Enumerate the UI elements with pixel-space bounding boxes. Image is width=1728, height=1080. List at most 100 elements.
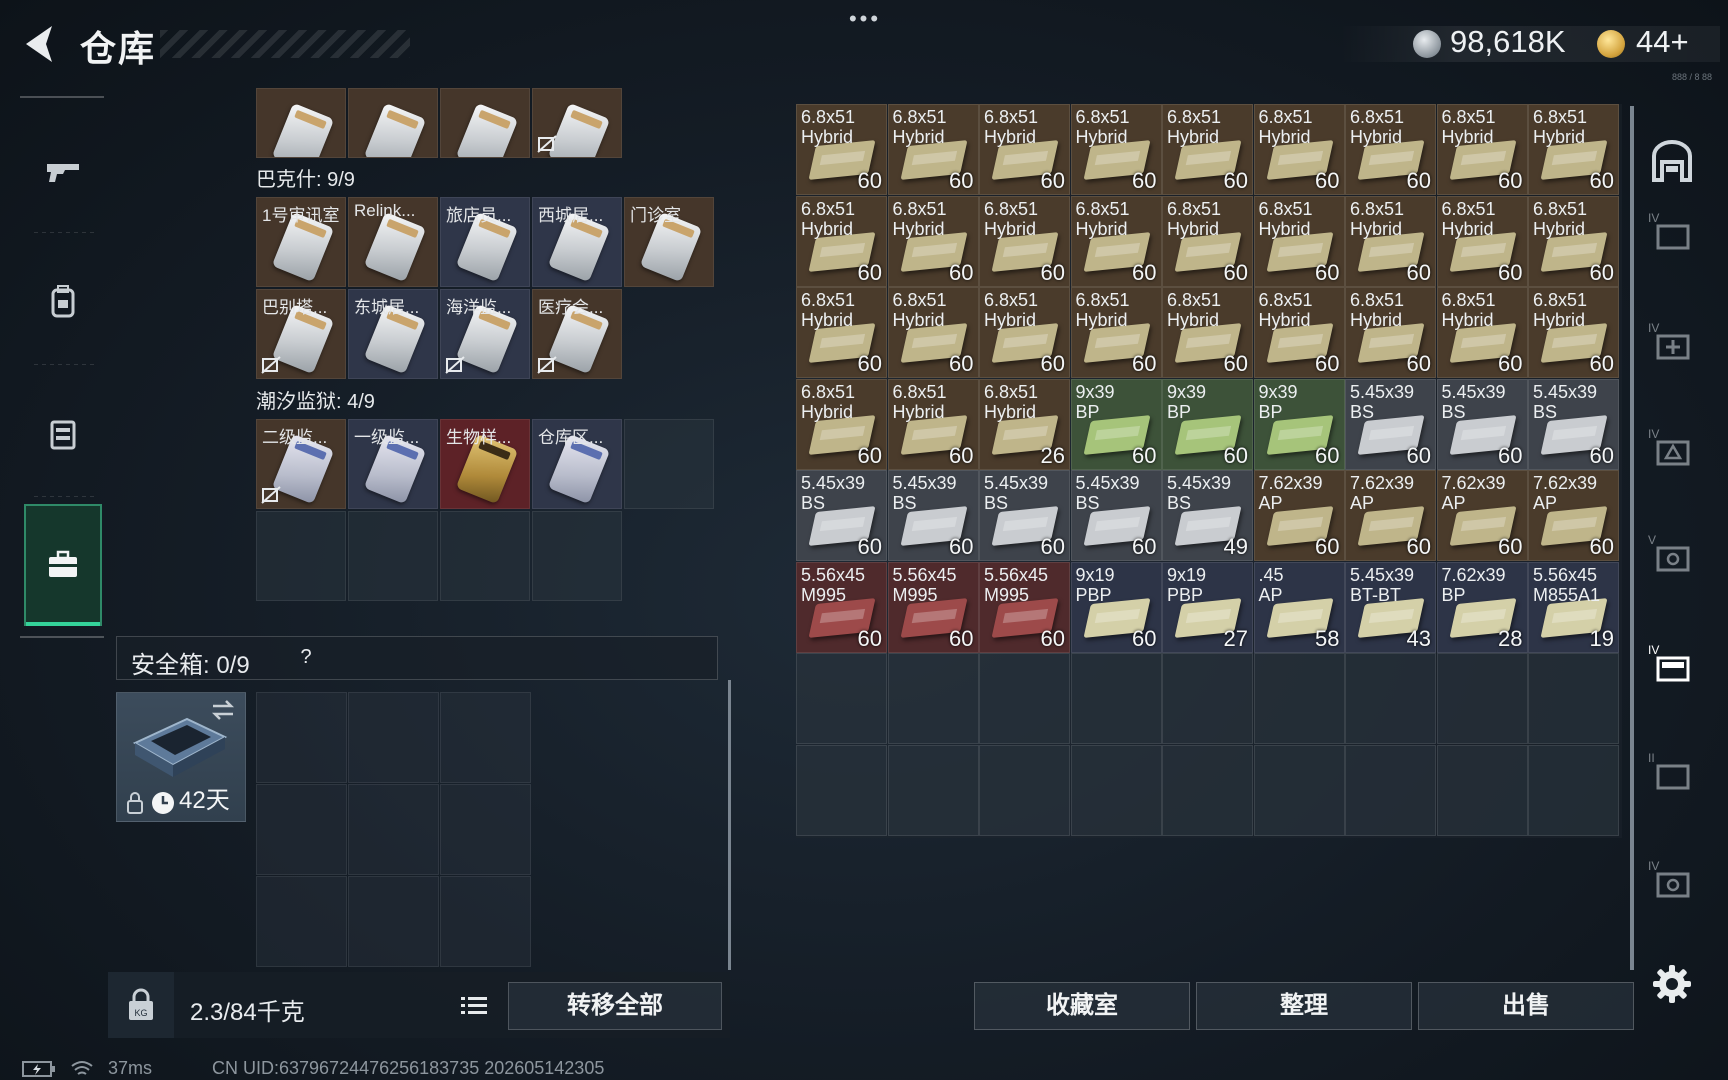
empty-stash-slot[interactable] [1345,653,1436,744]
ammo-item[interactable]: 9x39 BP 60 [1070,378,1162,470]
sort-button[interactable]: 整理 [1196,982,1412,1030]
safe-box-slot[interactable] [440,876,531,967]
stash-scrollbar[interactable] [1630,106,1634,970]
safe-box-slot[interactable] [256,692,347,783]
empty-stash-slot[interactable] [1162,653,1253,744]
key-item[interactable]: 二级监... [256,419,346,509]
ammo-item[interactable]: 6.8x51 Hybrid 60 [796,287,887,378]
ammo-item[interactable]: 6.8x51 Hybrid 60 [1070,195,1162,287]
sidebar-stash-page-3[interactable]: IV [1648,424,1696,472]
empty-stash-slot[interactable] [1253,744,1345,836]
keys-scrollbar[interactable] [728,680,731,970]
ammo-item[interactable]: 7.62x39 AP 60 [1436,470,1528,561]
ammo-item[interactable]: .45 AP 58 [1253,561,1345,653]
key-item[interactable]: Relink... [348,197,438,287]
ammo-item[interactable]: 6.8x51 Hybrid 60 [979,104,1070,195]
ammo-item[interactable]: 5.56x45 M995 60 [887,561,979,653]
sidebar-stash-page-6[interactable]: II [1648,748,1696,796]
ammo-item[interactable]: 6.8x51 Hybrid 60 [887,195,979,287]
ammo-item[interactable]: 7.62x39 AP 60 [1528,470,1619,561]
ammo-item[interactable]: 9x39 BP 60 [1253,378,1345,470]
safe-box-slot[interactable] [348,692,439,783]
key-item[interactable]: 1号审讯室 [256,197,346,287]
safe-box-slot[interactable] [256,876,347,967]
ammo-item[interactable]: 6.8x51 Hybrid 60 [1436,195,1528,287]
sidebar-stash-page-5[interactable]: IV [1648,640,1696,688]
ammo-item[interactable]: 6.8x51 Hybrid 60 [1070,287,1162,378]
key-item[interactable]: 门诊室 [624,197,714,287]
empty-stash-slot[interactable] [1436,744,1528,836]
sidebar-stash-page-4[interactable]: V [1648,530,1696,578]
empty-stash-slot[interactable] [1528,653,1619,744]
sidebar-stash-page-2[interactable]: IV [1648,318,1696,366]
nav-items[interactable] [24,374,102,494]
empty-stash-slot[interactable] [1345,744,1436,836]
key-item[interactable]: 东城居... [348,289,438,379]
lock-button[interactable]: KG [108,972,174,1038]
ammo-item[interactable]: 6.8x51 Hybrid 60 [979,287,1070,378]
ammo-item[interactable]: 6.8x51 Hybrid 60 [1345,287,1436,378]
ammo-item[interactable]: 6.8x51 Hybrid 60 [1528,287,1619,378]
empty-stash-slot[interactable] [796,653,887,744]
empty-stash-slot[interactable] [1528,744,1619,836]
ammo-item[interactable]: 6.8x51 Hybrid 60 [1253,195,1345,287]
safe-box-slot[interactable] [256,784,347,875]
key-item[interactable]: 仓库区... [532,419,622,509]
ammo-item[interactable]: 6.8x51 Hybrid 26 [979,378,1070,470]
key-item[interactable]: 西城居... [532,197,622,287]
ammo-item[interactable]: 5.45x39 BS 60 [1070,470,1162,561]
safe-box-slot[interactable] [440,784,531,875]
ammo-item[interactable]: 6.8x51 Hybrid 60 [1436,287,1528,378]
ammo-item[interactable]: 6.8x51 Hybrid 60 [1070,104,1162,195]
safe-box-slot[interactable] [348,876,439,967]
ammo-item[interactable]: 5.56x45 M995 60 [796,561,887,653]
ammo-item[interactable]: 7.62x39 BP 28 [1436,561,1528,653]
empty-stash-slot[interactable] [887,653,979,744]
key-item[interactable]: 旅店员... [440,197,530,287]
back-button[interactable] [18,22,58,66]
key-item[interactable]: 生物样... [440,419,530,509]
empty-stash-slot[interactable] [1253,653,1345,744]
ammo-item[interactable]: 5.45x39 BS 60 [979,470,1070,561]
key-item[interactable]: 巴别塔... [256,289,346,379]
safe-box-item[interactable]: 42天 [116,692,246,822]
ammo-item[interactable]: 5.45x39 BS 49 [1162,470,1253,561]
ammo-item[interactable]: 6.8x51 Hybrid 60 [1253,287,1345,378]
ammo-item[interactable]: 6.8x51 Hybrid 60 [1345,195,1436,287]
ammo-item[interactable]: 9x19 PBP 27 [1162,561,1253,653]
empty-stash-slot[interactable] [1436,653,1528,744]
ammo-item[interactable]: 6.8x51 Hybrid 60 [1345,104,1436,195]
empty-stash-slot[interactable] [979,744,1070,836]
ammo-item[interactable]: 5.45x39 BS 60 [1345,378,1436,470]
ammo-item[interactable]: 5.56x45 M995 60 [979,561,1070,653]
ammo-item[interactable]: 6.8x51 Hybrid 60 [796,378,887,470]
ammo-item[interactable]: 5.45x39 BS 60 [887,470,979,561]
empty-stash-slot[interactable] [1162,744,1253,836]
ammo-item[interactable]: 6.8x51 Hybrid 60 [1253,104,1345,195]
ammo-item[interactable]: 5.45x39 BS 60 [1436,378,1528,470]
empty-stash-slot[interactable] [979,653,1070,744]
key-item[interactable]: 一级监... [348,419,438,509]
ammo-item[interactable]: 6.8x51 Hybrid 60 [887,378,979,470]
list-view-button[interactable] [454,986,494,1026]
key-item[interactable] [256,88,346,158]
ammo-item[interactable]: 5.56x45 M855A1 19 [1528,561,1619,653]
settings-button[interactable] [1650,962,1694,1006]
ammo-item[interactable]: 7.62x39 AP 60 [1345,470,1436,561]
ammo-item[interactable]: 9x39 BP 60 [1162,378,1253,470]
gold-balance[interactable]: 44+ [1636,24,1689,60]
key-item[interactable]: 海洋监... [440,289,530,379]
ammo-item[interactable]: 6.8x51 Hybrid 60 [979,195,1070,287]
empty-stash-slot[interactable] [796,744,887,836]
ammo-item[interactable]: 9x19 PBP 60 [1070,561,1162,653]
transfer-all-button[interactable]: 转移全部 [508,982,722,1030]
sidebar-stash-page-1[interactable]: IV [1648,208,1696,256]
sidebar-stash-page-7[interactable]: IV [1648,856,1696,904]
empty-stash-slot[interactable] [887,744,979,836]
key-item[interactable]: 医疗会... [532,289,622,379]
ammo-item[interactable]: 6.8x51 Hybrid 60 [796,195,887,287]
empty-stash-slot[interactable] [1070,744,1162,836]
ammo-item[interactable]: 5.45x39 BS 60 [1528,378,1619,470]
ammo-item[interactable]: 6.8x51 Hybrid 60 [887,287,979,378]
ammo-item[interactable]: 5.45x39 BS 60 [796,470,887,561]
